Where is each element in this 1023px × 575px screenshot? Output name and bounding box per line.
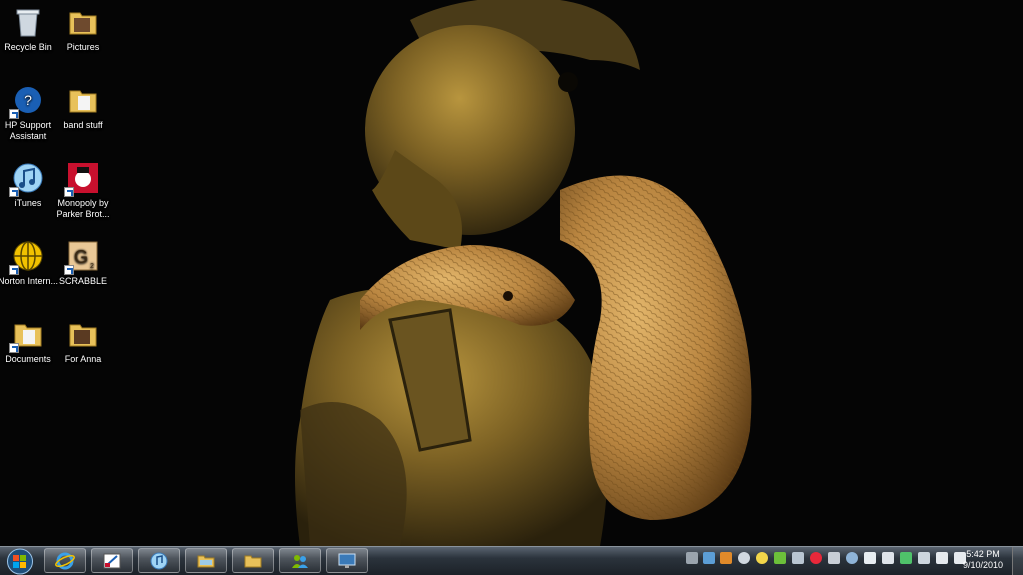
folder-icon	[69, 324, 97, 347]
taskbar-file-explorer[interactable]	[185, 548, 227, 573]
power-icon[interactable]	[882, 552, 894, 564]
clock-time: 5:42 PM	[966, 549, 1000, 559]
taskbar-internet-explorer[interactable]	[44, 548, 86, 573]
wireless-icon[interactable]	[900, 552, 912, 564]
svg-text:?: ?	[24, 92, 32, 108]
taskbar-clock[interactable]: 5:42 PM 9/10/2010	[953, 549, 1013, 571]
show-desktop-button[interactable]	[1012, 547, 1023, 575]
clock-date: 9/10/2010	[962, 560, 1004, 570]
taskbar-itunes[interactable]	[138, 548, 180, 573]
desktop-icon-label: Monopoly by Parker Brot...	[56, 198, 110, 219]
desktop-icon-pictures[interactable]: Pictures	[52, 5, 114, 53]
folder-icon	[69, 90, 97, 113]
taskbar-folder[interactable]	[232, 548, 274, 573]
desktop-icon-label: Pictures	[66, 42, 100, 52]
taskbar: 5:42 PM 9/10/2010	[0, 546, 1023, 575]
show-hidden-icons-icon[interactable]	[686, 552, 698, 564]
desktop-icon-label: iTunes	[14, 198, 42, 208]
bluetooth-icon[interactable]	[792, 552, 804, 564]
desktop-icon-for-anna[interactable]: For Anna	[52, 317, 114, 365]
folder-icon	[69, 12, 97, 35]
desktop-icon-label: Documents	[5, 354, 51, 364]
desktop-icon-itunes[interactable]: iTunes	[0, 161, 59, 209]
desktop-icon-band-stuff[interactable]: band stuff	[52, 83, 114, 131]
desktop-icon-label: Norton Intern...	[0, 276, 59, 286]
zip-tool-icon[interactable]	[720, 552, 732, 564]
users-icon	[292, 555, 308, 568]
taskbar-paint-program[interactable]	[91, 548, 133, 573]
desktop-icon-label: HP Support Assistant	[4, 120, 52, 141]
remote-desktop-icon	[338, 553, 356, 568]
taskbar-users[interactable]	[279, 548, 321, 573]
desktop-icon-hp-support-assistant[interactable]: ? HP Support Assistant	[0, 83, 59, 142]
recycle-bin-icon	[16, 9, 40, 37]
folder-icon	[244, 555, 262, 568]
svg-text:G: G	[74, 247, 88, 267]
updater-icon[interactable]	[774, 552, 786, 564]
internet-explorer-icon	[55, 552, 75, 570]
desktop-icon-label: For Anna	[64, 354, 102, 364]
desktop-icon-label: SCRABBLE	[58, 276, 108, 286]
itunes-helper-icon[interactable]	[810, 552, 822, 564]
desktop-wallpaper	[0, 0, 1023, 546]
desktop-icon-scrabble[interactable]: G2 SCRABBLE	[52, 239, 114, 287]
start-button[interactable]	[3, 548, 37, 575]
sound-manager-icon[interactable]	[738, 552, 750, 564]
network-sync-icon[interactable]	[703, 552, 715, 564]
itunes-icon	[150, 552, 168, 570]
safely-remove-hardware-icon[interactable]	[828, 552, 840, 564]
desktop-icon-documents[interactable]: Documents	[0, 317, 59, 365]
action-center-flag-icon[interactable]	[864, 552, 876, 564]
network-signal-icon[interactable]	[936, 552, 948, 564]
desktop-icon-label: band stuff	[63, 120, 103, 130]
norton-tray-icon[interactable]	[756, 552, 768, 564]
desktop-icon-norton[interactable]: Norton Intern...	[0, 239, 59, 287]
paint-program-icon	[103, 553, 121, 569]
desktop-icon-label: Recycle Bin	[4, 42, 52, 52]
messages-icon[interactable]	[918, 552, 930, 564]
desktop-icon-monopoly[interactable]: Monopoly by Parker Brot...	[52, 161, 114, 220]
file-explorer-icon	[197, 555, 215, 568]
taskbar-remote-desktop[interactable]	[326, 548, 368, 573]
svg-text:2: 2	[90, 263, 94, 270]
update-manager-icon[interactable]	[846, 552, 858, 564]
windows-logo-icon	[13, 555, 19, 561]
desktop-icon-recycle-bin[interactable]: Recycle Bin	[0, 5, 59, 53]
